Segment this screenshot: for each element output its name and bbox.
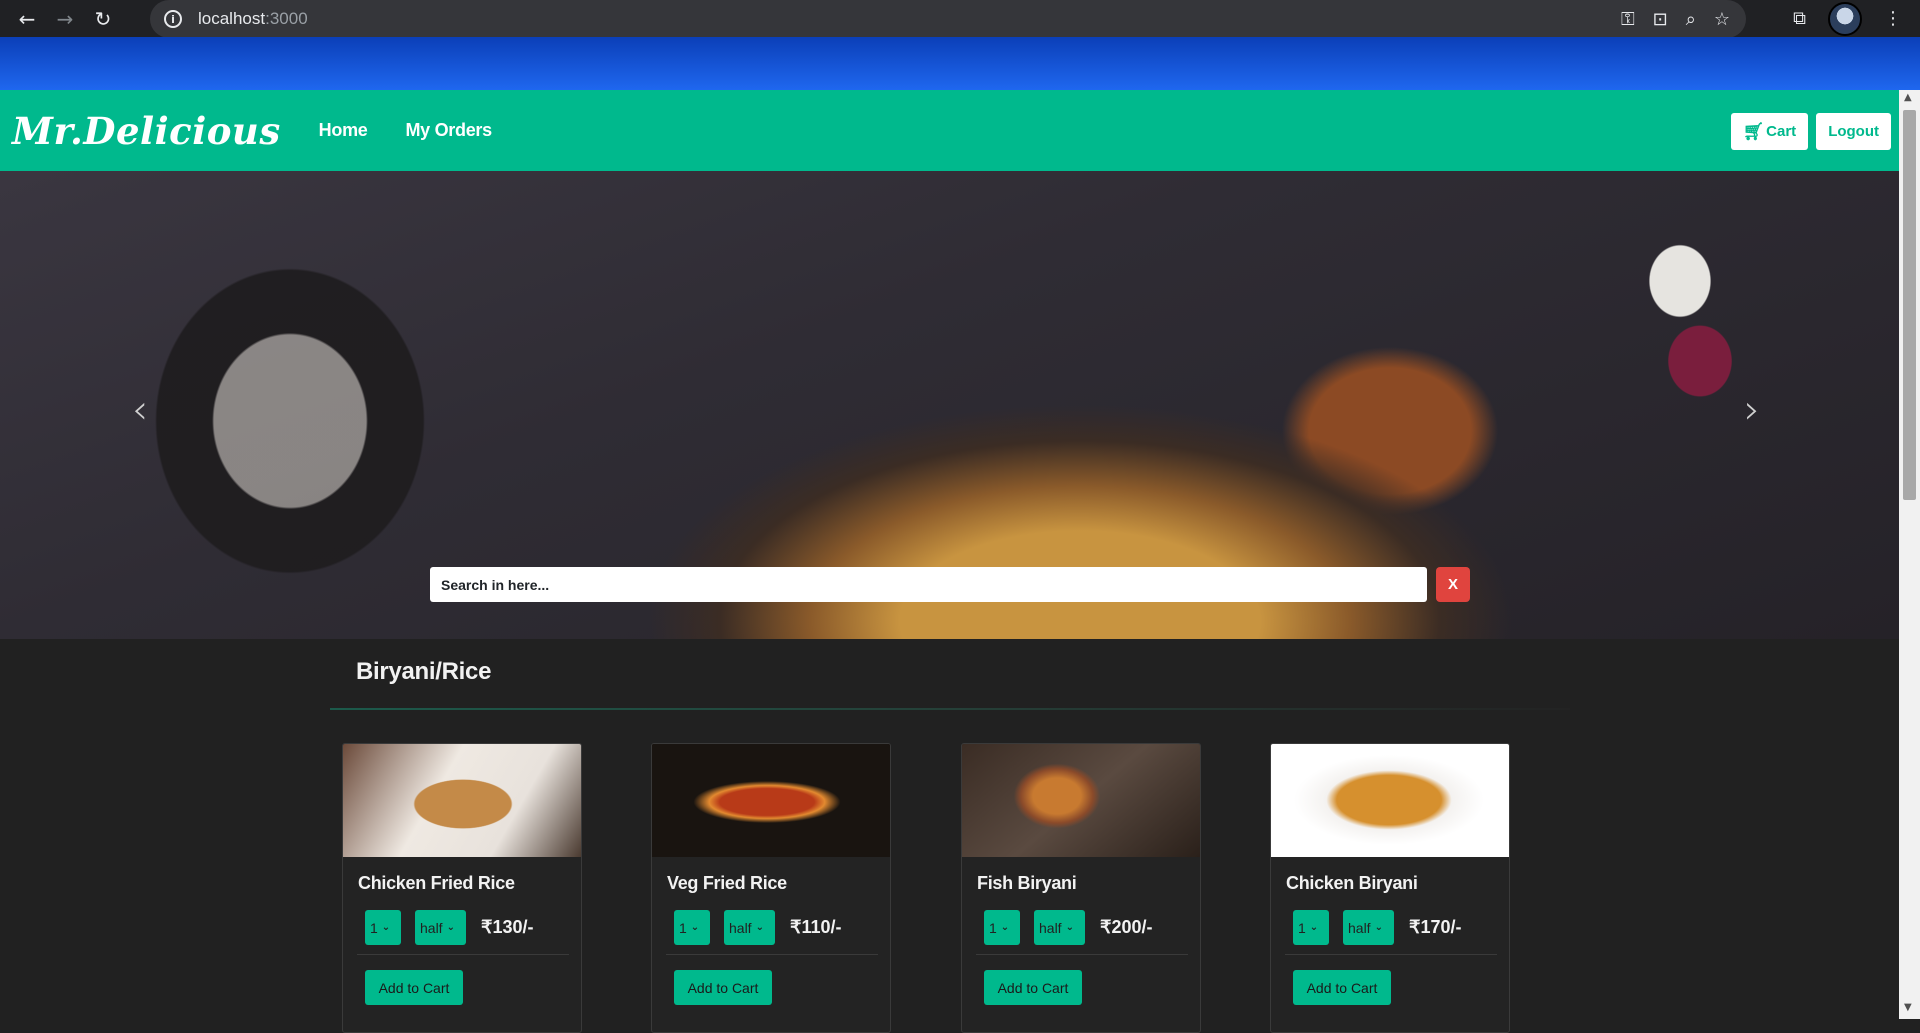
scroll-down-icon[interactable]: ▼ (1904, 1002, 1912, 1013)
card-controls: 1 ⌄ half ⌄ ₹110/- (674, 910, 890, 945)
food-image (1271, 744, 1509, 857)
carousel-next-icon[interactable]: › (1744, 387, 1760, 433)
chevron-down-icon: ⌄ (446, 922, 455, 933)
search-input[interactable] (430, 567, 1427, 602)
carousel-prev-icon[interactable]: ‹ (132, 387, 148, 433)
card-divider (976, 954, 1188, 955)
food-card: Fish Biryani 1 ⌄ half ⌄ ₹200/- Add to Cart (961, 743, 1201, 1033)
quantity-value: 1 (989, 919, 997, 936)
size-value: half (729, 919, 752, 936)
search-bar: X (430, 567, 1470, 602)
category-title: Biryani/Rice (356, 658, 492, 685)
key-icon[interactable]: ⚿ (1621, 9, 1635, 30)
quantity-select[interactable]: 1 ⌄ (984, 910, 1020, 945)
size-value: half (420, 919, 443, 936)
zoom-icon[interactable]: ⌕ (1686, 9, 1696, 30)
site-info-icon[interactable]: i (164, 10, 182, 28)
url-port: :3000 (265, 9, 308, 28)
scroll-up-icon[interactable]: ▲ (1904, 92, 1912, 103)
category-divider (330, 708, 1570, 710)
menu-icon[interactable]: ⋮ (1884, 8, 1902, 29)
size-value: half (1039, 919, 1062, 936)
food-price: ₹170/- (1409, 917, 1462, 937)
url-text[interactable]: localhost:3000 (198, 9, 308, 29)
food-name: Fish Biryani (977, 873, 1077, 893)
food-image (962, 744, 1200, 857)
card-controls: 1 ⌄ half ⌄ ₹170/- (1293, 910, 1509, 945)
quantity-value: 1 (370, 919, 378, 936)
food-name: Chicken Biryani (1286, 873, 1418, 893)
profile-avatar[interactable] (1828, 1, 1862, 36)
extensions-icon[interactable]: ⧉ (1793, 8, 1806, 29)
forward-icon[interactable]: → (46, 0, 84, 37)
food-price: ₹200/- (1100, 917, 1153, 937)
food-card: Chicken Fried Rice 1 ⌄ half ⌄ ₹130/- Add t… (342, 743, 582, 1033)
cart-icon: 🛒︎ (1742, 121, 1765, 142)
chevron-down-icon: ⌄ (755, 922, 764, 933)
chevron-down-icon: ⌄ (1000, 922, 1010, 933)
card-divider (357, 954, 569, 955)
quantity-select[interactable]: 1 ⌄ (1293, 910, 1329, 945)
food-price: ₹130/- (481, 917, 534, 937)
chevron-down-icon: ⌄ (1374, 922, 1383, 933)
star-icon[interactable]: ☆ (1714, 9, 1730, 30)
scroll-thumb[interactable] (1903, 110, 1916, 500)
add-to-cart-button[interactable]: Add to Cart (674, 970, 772, 1005)
card-controls: 1 ⌄ half ⌄ ₹200/- (984, 910, 1200, 945)
page-scrollbar[interactable]: ▲ ▼ (1899, 90, 1920, 1019)
food-price: ₹110/- (790, 917, 842, 937)
reload-icon[interactable]: ↻ (84, 0, 122, 37)
quantity-select[interactable]: 1 ⌄ (365, 910, 401, 945)
logout-button[interactable]: Logout (1816, 113, 1891, 150)
add-to-cart-button[interactable]: Add to Cart (984, 970, 1082, 1005)
omnibox-icons: ⚿ ⊡ ⌕ ☆ (1621, 0, 1730, 38)
food-image (343, 744, 581, 857)
size-value: half (1348, 919, 1371, 936)
quantity-value: 1 (679, 919, 687, 936)
back-icon[interactable]: ← (8, 0, 46, 37)
nav-link-home[interactable]: Home (319, 120, 368, 141)
hero-carousel: ‹ › X (0, 171, 1899, 639)
size-select[interactable]: half ⌄ (724, 910, 775, 945)
cart-button[interactable]: 🛒︎ Cart (1730, 113, 1809, 150)
navbar-actions: 🛒︎ Cart Logout (1730, 113, 1891, 150)
chevron-down-icon: ⌄ (690, 922, 700, 933)
card-controls: 1 ⌄ half ⌄ ₹130/- (365, 910, 581, 945)
nav-link-my-orders[interactable]: My Orders (405, 120, 492, 141)
chevron-down-icon: ⌄ (1309, 922, 1319, 933)
chevron-down-icon: ⌄ (1065, 922, 1074, 933)
address-bar[interactable]: i localhost:3000 ⚿ ⊡ ⌕ ☆ (150, 0, 1746, 38)
size-select[interactable]: half ⌄ (1034, 910, 1085, 945)
card-divider (1285, 954, 1497, 955)
search-clear-button[interactable]: X (1436, 567, 1470, 602)
browser-actions: ⧉ ⋮ (1793, 0, 1920, 37)
quantity-value: 1 (1298, 919, 1306, 936)
page-top-band (0, 37, 1920, 90)
cart-label: Cart (1766, 123, 1797, 140)
browser-toolbar: ← → ↻ i localhost:3000 ⚿ ⊡ ⌕ ☆ ⧉ ⋮ (0, 0, 1920, 38)
app-navbar: Mr.Delicious Home My Orders 🛒︎ Cart Logo… (0, 90, 1899, 171)
food-name: Chicken Fried Rice (358, 873, 515, 893)
install-icon[interactable]: ⊡ (1653, 9, 1668, 30)
add-to-cart-button[interactable]: Add to Cart (1293, 970, 1391, 1005)
size-select[interactable]: half ⌄ (1343, 910, 1394, 945)
brand-logo[interactable]: Mr.Delicious (12, 109, 281, 153)
food-card: Veg Fried Rice 1 ⌄ half ⌄ ₹110/- Add to Ca… (651, 743, 891, 1033)
card-divider (666, 954, 878, 955)
quantity-select[interactable]: 1 ⌄ (674, 910, 710, 945)
food-name: Veg Fried Rice (667, 873, 787, 893)
chevron-down-icon: ⌄ (381, 922, 391, 933)
food-card: Chicken Biryani 1 ⌄ half ⌄ ₹170/- Add to C… (1270, 743, 1510, 1033)
url-host: localhost (198, 9, 266, 28)
food-image (652, 744, 890, 857)
add-to-cart-button[interactable]: Add to Cart (365, 970, 463, 1005)
size-select[interactable]: half ⌄ (415, 910, 466, 945)
